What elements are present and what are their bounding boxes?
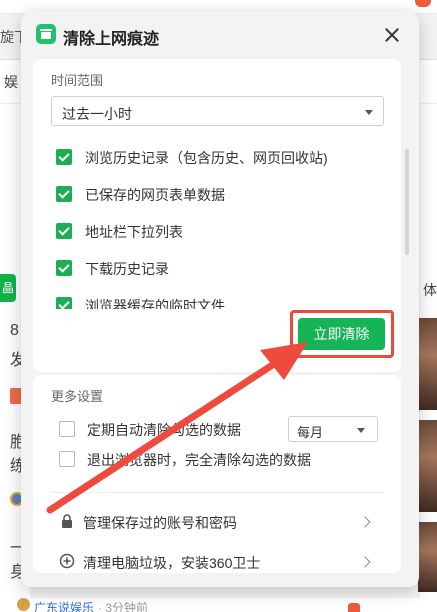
clear-browsing-data-dialog: 清除上网痕迹 时间范围 过去一小时 浏览历史记录（包含历史、网页回收站) 已保存…	[21, 12, 419, 587]
checkbox-checked[interactable]	[56, 223, 72, 239]
time-range-value: 过去一小时	[62, 106, 132, 122]
feed-author-avatar[interactable]	[17, 598, 30, 611]
chevron-down-icon	[365, 110, 373, 115]
feed-badge	[348, 603, 360, 612]
checkbox-checked[interactable]	[56, 186, 72, 202]
close-icon[interactable]	[381, 24, 403, 46]
feed-thumbnail-3[interactable]	[418, 522, 437, 592]
chevron-down-icon	[357, 428, 365, 433]
feed-thumbnail-1[interactable]	[418, 318, 437, 410]
feed-timestamp: · 3分钟前	[98, 601, 149, 612]
nav-item-fragment[interactable]: 娱	[4, 72, 18, 92]
green-chip[interactable]: 晶	[0, 274, 16, 302]
time-range-label: 时间范围	[51, 73, 104, 88]
dialog-header: 清除上网痕迹	[21, 12, 419, 58]
clean-junk-link[interactable]: 清理电脑垃圾，安装360卫士	[83, 553, 260, 573]
more-settings-card: 更多设置 定期自动清除勾选的数据 每月 退出浏览器时，完全清除勾选的数据 管理保…	[33, 375, 401, 573]
trash-bin-icon	[36, 24, 56, 44]
right-feed-fragment: 体	[423, 282, 437, 298]
more-settings-label: 更多设置	[51, 389, 104, 404]
feed-thumbnail-2[interactable]	[418, 420, 437, 512]
manage-passwords-link[interactable]: 管理保存过的账号和密码	[83, 513, 237, 533]
time-range-select[interactable]: 过去一小时	[51, 96, 384, 126]
add-circle-icon	[59, 553, 75, 569]
clear-items-list: 浏览历史记录（包含历史、网页回收站) 已保存的网页表单数据 地址栏下拉列表 下载…	[33, 139, 401, 309]
exit-clear-checkbox[interactable]	[59, 451, 75, 467]
lock-icon	[62, 514, 72, 528]
feed-author-link[interactable]: 广东说娱乐	[34, 599, 94, 612]
exit-clear-label: 退出浏览器时，完全清除勾选的数据	[87, 452, 311, 468]
auto-clear-frequency-select[interactable]: 每月	[288, 416, 378, 442]
list-scrollbar[interactable]	[405, 149, 409, 255]
auto-clear-label: 定期自动清除勾选的数据	[87, 422, 241, 438]
divider	[51, 492, 384, 493]
feed-text-fragment-1: 8	[10, 322, 19, 339]
item-label: 浏览器缓存的临时文件	[85, 298, 225, 309]
auto-clear-frequency-value: 每月	[297, 425, 324, 440]
checkbox-checked[interactable]	[56, 149, 72, 165]
clear-now-button[interactable]: 立即清除	[298, 318, 385, 350]
dialog-title: 清除上网痕迹	[63, 31, 160, 48]
chevron-right-icon[interactable]	[359, 516, 371, 528]
item-label: 浏览历史记录（包含历史、网页回收站)	[85, 150, 328, 166]
checkbox-checked[interactable]	[56, 297, 72, 309]
checkbox-checked[interactable]	[56, 260, 72, 276]
item-label: 已保存的网页表单数据	[85, 187, 225, 203]
auto-clear-checkbox[interactable]	[59, 421, 75, 437]
item-label: 下载历史记录	[85, 261, 169, 277]
chevron-right-icon[interactable]	[359, 556, 371, 568]
item-label: 地址栏下拉列表	[85, 224, 183, 240]
